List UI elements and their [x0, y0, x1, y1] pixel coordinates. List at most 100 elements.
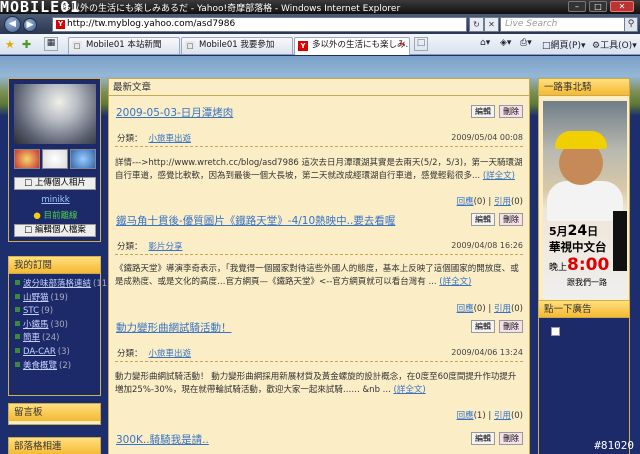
minimize-button[interactable]: – [568, 1, 586, 12]
url-text: http://tw.myblog.yahoo.com/asd7986 [67, 19, 236, 29]
category-link[interactable]: 小旅車出遊 [149, 134, 192, 144]
subscriptions-list: 波分味部落格連結 (11) 山野猫 (19) STC (9) 小鐵馬 (30) 簡車 (24) DA… [9, 274, 110, 374]
bullet-icon [15, 347, 20, 353]
promo-heading: 一路事北騎 [539, 79, 629, 96]
reply-link[interactable]: 回應 [457, 411, 474, 421]
subscription-count: (19) [50, 292, 68, 303]
divider [115, 361, 523, 362]
search-icon[interactable]: ⚲ [624, 17, 638, 32]
close-tab-icon[interactable]: ✕ [399, 38, 406, 53]
subscription-count: (30) [50, 319, 68, 330]
feeds-icon[interactable]: ◈▾ [500, 38, 511, 48]
delete-button[interactable]: 刪除 [499, 320, 523, 333]
subscription-name[interactable]: 簡車 [23, 333, 40, 343]
subscription-name[interactable]: 小鐵馬 [23, 320, 49, 330]
post-excerpt: 詳情--->http://www.wretch.cc/blog/asd7986 … [115, 158, 523, 181]
quick-tabs-icon[interactable]: ▦ [44, 37, 58, 51]
post-date: 2009/04/08 16:26 [451, 241, 523, 250]
trackback-link[interactable]: 引用 [494, 197, 511, 207]
tools-menu[interactable]: ⚙工具(O)▾ [592, 38, 637, 51]
avatar[interactable] [14, 149, 40, 169]
broken-image-icon[interactable] [551, 327, 560, 336]
edit-icon: □ [24, 225, 33, 235]
reply-link[interactable]: 回應 [457, 197, 474, 207]
subscription-item[interactable]: 美食概覽 (2) [15, 360, 100, 374]
status-icon: ● [33, 211, 41, 221]
home-icon[interactable]: ⌂▾ [480, 38, 490, 48]
subscription-name[interactable]: STC [23, 306, 39, 316]
subscription-name[interactable]: 美食概覽 [23, 361, 57, 371]
category-link[interactable]: 小旅車出遊 [149, 349, 192, 359]
category-link[interactable]: 影片分享 [149, 242, 183, 252]
tab-bar: ★ ✚ ▦ □ Mobile01 本站新聞 □ Mobile01 我要參加 Y … [0, 34, 640, 55]
tab-mobile01-news[interactable]: □ Mobile01 本站新聞 [68, 37, 180, 54]
blog-links-heading[interactable]: 部落格相連 [9, 438, 100, 454]
message-board-box[interactable]: 留言板 [8, 403, 101, 425]
subscription-item[interactable]: 簡車 (24) [15, 332, 100, 346]
edit-button[interactable]: 編輯 [471, 213, 495, 226]
read-more-link[interactable]: (詳全文) [393, 385, 425, 395]
upload-photo-button[interactable]: □ 上傳個人相片 [14, 177, 96, 190]
subscription-name[interactable]: 波分味部落格連結 [23, 279, 91, 289]
subscription-name[interactable]: DA-CAR [23, 347, 56, 357]
stop-icon[interactable]: ✕ [484, 17, 499, 32]
delete-button[interactable]: 刪除 [499, 105, 523, 118]
read-more-link[interactable]: (詳全文) [483, 171, 515, 181]
reply-link[interactable]: 回應 [457, 304, 474, 314]
blog-links-box[interactable]: 部落格相連 [8, 437, 101, 454]
username-link[interactable]: minikk [9, 195, 102, 205]
bullet-icon [15, 334, 20, 340]
message-board-heading[interactable]: 留言板 [9, 404, 100, 421]
delete-button[interactable]: 刪除 [499, 213, 523, 226]
page-menu[interactable]: □網頁(P)▾ [542, 38, 586, 51]
new-tab-icon[interactable]: □ [414, 37, 428, 51]
subscription-count: (3) [57, 346, 70, 357]
read-more-link[interactable]: (詳全文) [439, 277, 471, 287]
maximize-button[interactable]: □ [589, 1, 607, 12]
post-excerpt: 《鐵路天堂》導演李奇表示，「我覺得一個國家對待這些外國人的態度，基本上反映了這個… [115, 264, 519, 287]
post-title[interactable]: 動力變形曲網試騎活動！ [116, 320, 232, 335]
profile-photo [14, 84, 96, 144]
tab-page-icon: □ [185, 41, 195, 51]
bullet-icon [15, 307, 20, 313]
subscription-count: (9) [41, 306, 54, 317]
subscription-item[interactable]: 山野猫 (19) [15, 292, 100, 306]
delete-button[interactable]: 刪除 [499, 432, 523, 445]
promo-time: 晚上8:00 [549, 255, 610, 275]
promo-banner-image[interactable]: 5月24日 華視中文台 晚上8:00 跟我們一路 [543, 101, 627, 299]
refresh-icon[interactable]: ↻ [469, 17, 484, 32]
ad-box: 點一下廣告 [538, 300, 630, 454]
subscription-item[interactable]: STC (9) [15, 305, 100, 319]
forward-icon[interactable]: ▶ [23, 18, 37, 32]
divider [115, 146, 523, 147]
print-icon[interactable]: ⎙▾ [520, 38, 532, 48]
avatar[interactable] [70, 149, 96, 169]
favorites-star-icon[interactable]: ★ [5, 38, 15, 51]
tab-yahoo-blog[interactable]: Y 多以外の生活にも楽しみ... ✕ [294, 37, 410, 55]
edit-button[interactable]: 編輯 [471, 320, 495, 333]
subscription-item[interactable]: 小鐵馬 (30) [15, 319, 100, 333]
edit-button[interactable]: 編輯 [471, 105, 495, 118]
subscription-name[interactable]: 山野猫 [23, 293, 49, 303]
trackback-link[interactable]: 引用 [494, 411, 511, 421]
post-category: 分類： 小旅車出遊 [117, 134, 192, 144]
add-favorites-icon[interactable]: ✚ [22, 38, 31, 51]
tab-mobile01-join[interactable]: □ Mobile01 我要參加 [181, 37, 293, 54]
edit-profile-button[interactable]: □ 編輯個人檔案 [14, 224, 96, 237]
edit-button[interactable]: 編輯 [471, 432, 495, 445]
promo-channel: 華視中文台 [549, 240, 607, 254]
post-title[interactable]: 2009-05-03-日月潭烤肉 [116, 105, 233, 120]
promo-box[interactable]: 一路事北騎 5月24日 華視中文台 晚上8:00 跟我們一路 [538, 78, 630, 304]
trackback-link[interactable]: 引用 [494, 304, 511, 314]
promo-date: 5月24日 [549, 223, 599, 239]
post-title[interactable]: 300K..騎騎我是請.. [116, 432, 209, 447]
url-field[interactable]: Y http://tw.myblog.yahoo.com/asd7986 [52, 17, 467, 32]
subscription-item[interactable]: 波分味部落格連結 (11) [15, 278, 110, 292]
close-button[interactable]: ✕ [610, 1, 634, 12]
post-title[interactable]: 鐵马角十貫後-優質圖片《鐵路天堂》-4/10熱映中..要去看喔 [116, 213, 395, 228]
subscription-item[interactable]: DA-CAR (3) [15, 346, 100, 360]
search-input[interactable]: Live Search ⚲ [500, 17, 638, 32]
post-date: 2009/05/04 00:08 [451, 133, 523, 142]
avatar[interactable] [42, 149, 68, 169]
watermark: #81020 [594, 439, 634, 452]
